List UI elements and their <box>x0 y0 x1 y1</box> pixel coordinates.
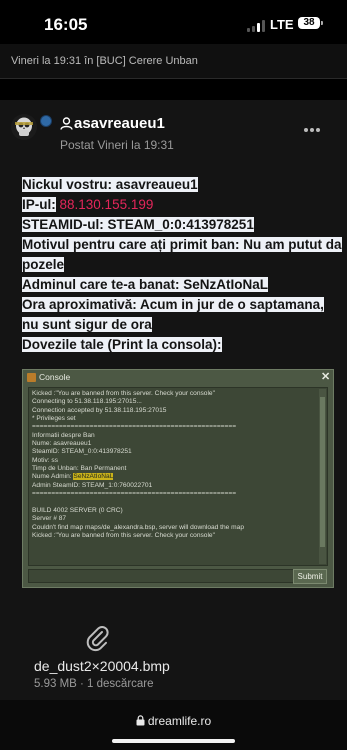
console-titlebar: Console ✕ <box>23 370 333 385</box>
skull-avatar-icon <box>11 114 37 140</box>
console-app-icon <box>27 373 36 382</box>
ip-label: IP-ul: <box>22 197 56 212</box>
console-line: Admin SteamID: STEAM_1:0:760022701 <box>32 481 153 489</box>
reason-line: Motivul pentru care ați primit ban: Nu a… <box>22 237 342 272</box>
time-line: Ora aproximativă: Acum in jur de o sapta… <box>22 297 324 332</box>
console-line: * Privileges set <box>32 415 76 423</box>
unban-form: Nickul vostru: asavreaueu1 IP-ul: 88.130… <box>22 175 342 355</box>
console-screenshot[interactable]: Console ✕ Kicked :"You are banned from t… <box>22 369 334 588</box>
network-type: LTE <box>270 17 294 32</box>
address-url[interactable]: dreamlife.ro <box>148 714 211 728</box>
topic-title[interactable]: Vineri la 19:31 în [BUC] Cerere Unban <box>11 55 198 67</box>
avatar[interactable] <box>11 114 37 140</box>
close-icon: ✕ <box>321 371 331 383</box>
post-author[interactable]: asavreaueu1 <box>60 115 165 132</box>
more-options-icon[interactable] <box>304 128 322 134</box>
console-line: Informatii despre Ban <box>32 431 95 439</box>
console-line: Server # 87 <box>32 515 67 523</box>
steamid-line: STEAMID-ul: STEAM_0:0:413978251 <box>22 217 254 232</box>
console-line: Motiv: ss <box>32 456 59 464</box>
ip-link[interactable]: 88.130.155.199 <box>60 197 154 212</box>
attachment[interactable]: de_dust2×20004.bmp 5.93 MB · 1 descărcar… <box>0 624 347 694</box>
proof-line: Dovezile tale (Print la consola): <box>22 337 222 352</box>
console-line: ========================================… <box>32 490 237 498</box>
battery-icon: 38 <box>298 17 323 29</box>
admin-name-highlight: SeNzAtIoNaL <box>73 473 114 481</box>
console-line: Couldn't find map maps/de_alexandra.bsp,… <box>32 523 245 531</box>
console-submit-button: Submit <box>293 569 327 584</box>
console-scrollbar <box>319 389 326 564</box>
signal-icon <box>247 20 267 32</box>
post-author-name[interactable]: asavreaueu1 <box>74 115 165 132</box>
post-date: Postat Vineri la 19:31 <box>60 138 174 152</box>
rank-badge-icon <box>40 115 52 127</box>
console-title: Console <box>39 372 71 382</box>
console-log: Kicked :"You are banned from this server… <box>28 387 328 566</box>
browser-bar: dreamlife.ro <box>0 700 347 750</box>
home-indicator[interactable] <box>112 739 235 743</box>
console-line: ========================================… <box>32 423 237 431</box>
attachment-meta: 5.93 MB · 1 descărcare <box>34 678 154 690</box>
address-bar[interactable]: dreamlife.ro <box>0 714 347 728</box>
topic-header[interactable]: Vineri la 19:31 în [BUC] Cerere Unban <box>0 44 347 79</box>
console-line: Nume Admin: SeNzAtIoNaL <box>32 473 114 481</box>
admin-line: Adminul care te-a banat: SeNzAtIoNaL <box>22 277 269 292</box>
lock-icon <box>136 715 145 726</box>
status-time: 16:05 <box>44 15 88 34</box>
console-line: Kicked :"You are banned from this server… <box>32 531 215 539</box>
console-line: Timp de Unban: Ban Permanent <box>32 465 127 473</box>
console-line: Connection accepted by 51.38.118.195:270… <box>32 406 167 414</box>
console-line: BUILD 4002 SERVER (0 CRC) <box>32 506 123 514</box>
console-line: SteamID: STEAM_0:0:413978251 <box>32 448 132 456</box>
console-line: Nume: asavreaueu1 <box>32 440 92 448</box>
forum-post: asavreaueu1 Postat Vineri la 19:31 Nicku… <box>0 100 347 700</box>
status-bar: 16:05 LTE 38 <box>0 0 347 44</box>
nick-line: Nickul vostru: asavreaueu1 <box>22 177 198 192</box>
paperclip-icon <box>86 626 109 652</box>
console-input <box>28 569 315 583</box>
user-icon <box>60 117 73 130</box>
console-line: Kicked :"You are banned from this server… <box>32 390 215 397</box>
attachment-name[interactable]: de_dust2×20004.bmp <box>34 658 170 674</box>
console-line: Connecting to 51.38.118.195:27015... <box>32 398 142 406</box>
